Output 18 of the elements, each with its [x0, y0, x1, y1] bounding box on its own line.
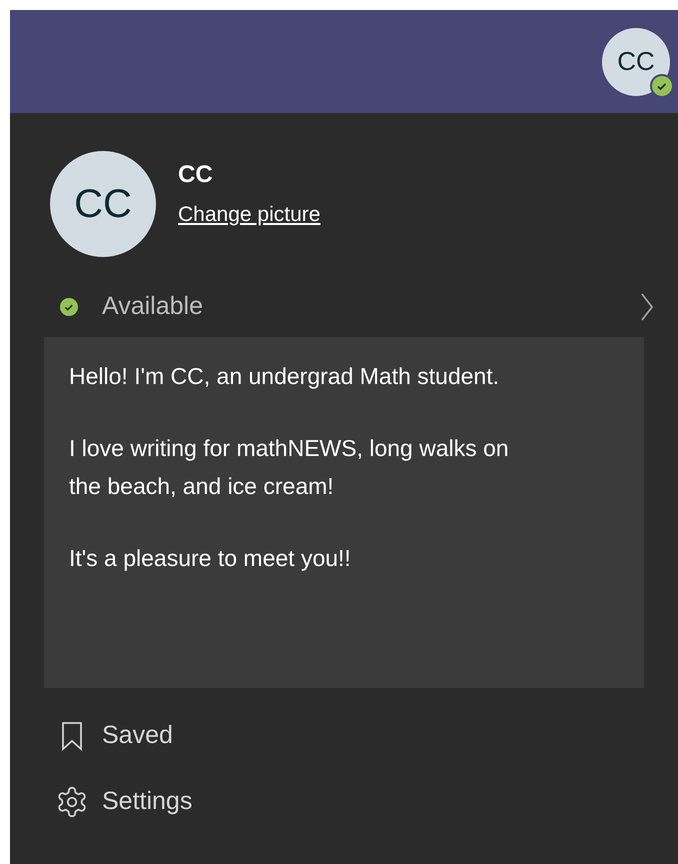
menu-item-label: Saved	[102, 720, 173, 752]
status-row[interactable]: Available	[10, 287, 678, 327]
status-label: Available	[102, 291, 204, 322]
available-status-icon	[652, 76, 672, 96]
menu-item[interactable]: Saved	[52, 716, 678, 756]
profile-name: CC	[178, 160, 214, 190]
chevron-right-icon	[640, 292, 654, 322]
change-picture-link[interactable]: Change picture	[178, 199, 320, 231]
bookmark-icon	[61, 721, 83, 751]
bio-box[interactable]: Hello! I'm CC, an undergrad Math student. I love writing for mathNEWS, long walks on the beach, and ice cream! It's a pleasure to meet you!!	[44, 337, 644, 688]
menu-item[interactable]: Settings	[52, 782, 678, 822]
bio-paragraph: I love writing for mathNEWS, long walks on the beach, and ice cream!	[69, 434, 510, 501]
bio-paragraph: Hello! I'm CC, an undergrad Math student.	[69, 362, 500, 391]
menu-item-label: Settings	[102, 786, 192, 818]
avatar-initials: CC	[74, 181, 132, 228]
bio-paragraph: It's a pleasure to meet you!!	[69, 544, 352, 573]
available-status-icon	[60, 298, 78, 316]
avatar-initials: CC	[617, 45, 655, 78]
